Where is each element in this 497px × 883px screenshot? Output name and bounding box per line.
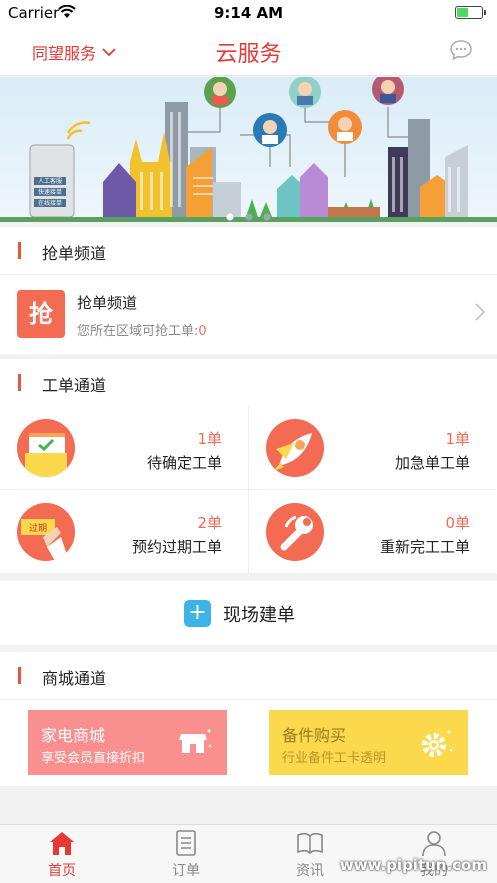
chat-bubble-icon [450, 40, 472, 61]
work-cell-expired[interactable]: 过期 2单 预约过期工单 [0, 490, 248, 574]
mall-cards: 家电商城 享受会员直接折扣 备件购买 行业备件工卡透明 [0, 700, 497, 786]
work-cell-redo[interactable]: 0单 重新完工工单 [248, 490, 496, 574]
battery-icon [455, 6, 486, 19]
banner-dot-3[interactable] [263, 213, 271, 221]
banner-sign-1: 人工客服 [38, 177, 62, 185]
work-count: 1单 [445, 430, 470, 448]
nav-bar: 同望服务 云服务 [0, 26, 497, 76]
rocket-icon [266, 419, 324, 477]
grab-section-header: 抢单频道 [0, 227, 497, 275]
work-name: 加急单工单 [394, 454, 470, 472]
clock: 9:14 AM [213, 4, 284, 22]
expired-tag-icon: 过期 [17, 503, 75, 561]
work-name: 重新完工工单 [379, 538, 470, 556]
promo-banner[interactable]: 人工客服 快速接单 在线接单 [0, 77, 497, 222]
section-marker [18, 667, 21, 684]
work-count: 0单 [445, 514, 470, 532]
shop-icon [179, 729, 212, 753]
tab-profile[interactable]: 我的 [372, 825, 496, 883]
chevron-right-icon [475, 303, 485, 321]
work-count: 2单 [197, 514, 222, 532]
calendar-check-icon [17, 419, 75, 477]
expired-tag-text: 过期 [29, 522, 47, 534]
section-title: 工单通道 [42, 376, 107, 395]
work-cell-urgent[interactable]: 1单 加急单工单 [248, 406, 496, 490]
grab-title: 抢单频道 [77, 294, 138, 312]
tab-orders[interactable]: 订单 [124, 825, 248, 883]
work-name: 预约过期工单 [131, 538, 222, 556]
section-marker [18, 242, 21, 259]
create-order-label: 现场建单 [223, 605, 295, 626]
document-icon [176, 830, 196, 856]
card-title: 备件购买 [282, 726, 347, 745]
work-count: 1单 [197, 430, 222, 448]
banner-illustration: 人工客服 快速接单 在线接单 [0, 77, 497, 222]
section-title: 商城通道 [42, 669, 107, 688]
tab-bar: 首页 订单 资讯 我的 [0, 824, 497, 883]
tab-news[interactable]: 资讯 [248, 825, 372, 883]
section-marker [18, 374, 21, 391]
tab-label: 首页 [48, 863, 76, 879]
grab-sub-prefix: 您所在区域可抢工单: [77, 324, 199, 339]
tab-label: 订单 [172, 863, 200, 879]
card-title: 家电商城 [41, 726, 106, 745]
grab-subtitle: 您所在区域可抢工单:0 [77, 320, 207, 339]
appliance-mall-card[interactable]: 家电商城 享受会员直接折扣 [28, 710, 227, 775]
wrench-icon [266, 503, 324, 561]
message-button[interactable] [449, 39, 473, 65]
grab-order-row[interactable]: 抢 抢单频道 您所在区域可抢工单:0 [0, 275, 497, 354]
create-order-button[interactable]: + 现场建单 [0, 581, 497, 645]
banner-sign-3: 在线接单 [38, 199, 62, 207]
banner-sign-2: 快速接单 [38, 188, 62, 196]
home-icon [50, 832, 74, 855]
status-bar: Carrier 9:14 AM [0, 0, 497, 26]
section-title: 抢单频道 [42, 244, 107, 263]
parts-purchase-card[interactable]: 备件购买 行业备件工卡透明 [269, 710, 468, 775]
work-cell-pending[interactable]: 1单 待确定工单 [0, 406, 248, 490]
banner-dot-2[interactable] [245, 213, 253, 221]
banner-dot-1[interactable] [226, 213, 234, 221]
watermark: www.pipitun.com [339, 856, 487, 874]
card-subtitle: 行业备件工卡透明 [282, 751, 387, 766]
work-order-grid: 1单 待确定工单 1单 加急单工单 过期 2单 预约过期工单 0单 重新完工工单 [0, 406, 497, 574]
page-title: 云服务 [215, 42, 282, 67]
book-icon [297, 832, 323, 855]
work-name: 待确定工单 [146, 454, 222, 472]
mall-section-header: 商城通道 [0, 652, 497, 700]
user-icon [422, 831, 446, 857]
tab-home[interactable]: 首页 [0, 825, 124, 883]
work-section-header: 工单通道 [0, 359, 497, 407]
gear-icon [422, 730, 453, 757]
grab-count: 0 [198, 324, 207, 339]
grab-icon: 抢 [17, 290, 65, 338]
plus-icon: + [184, 600, 211, 627]
card-subtitle: 享受会员直接折扣 [41, 751, 146, 766]
